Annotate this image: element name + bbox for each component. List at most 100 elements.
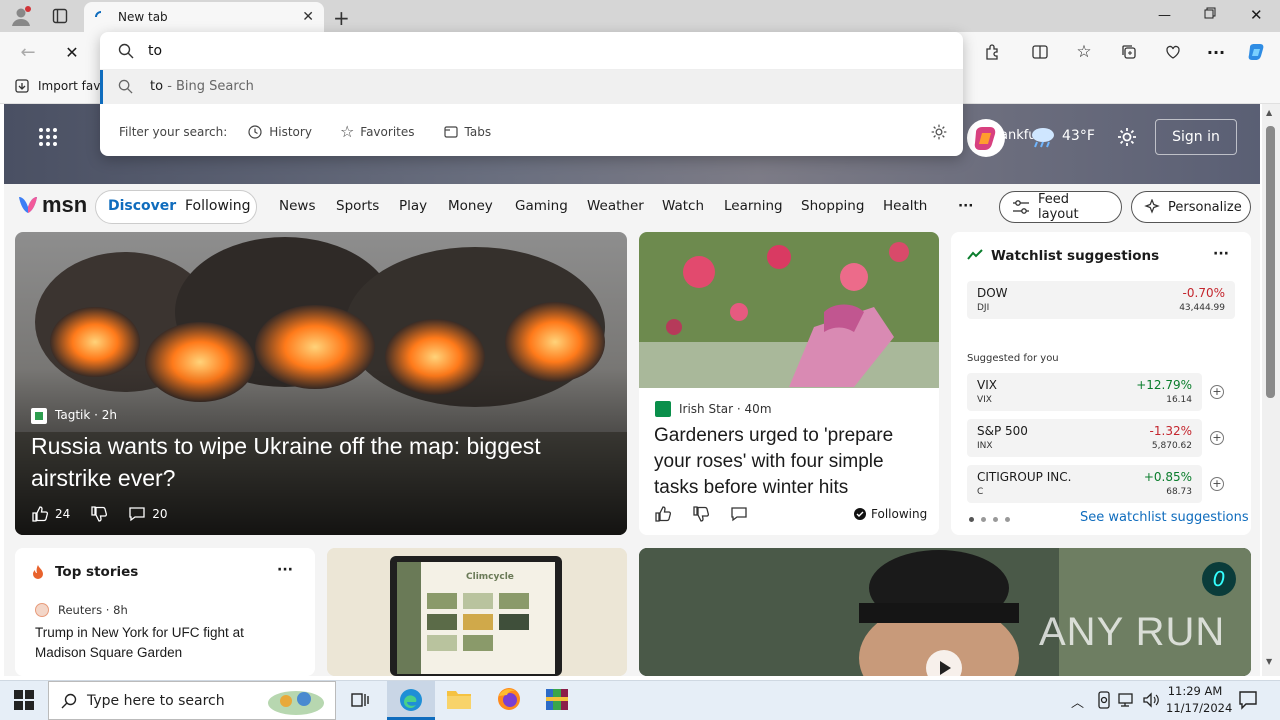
dislike-icon[interactable] [90,505,108,523]
add-citigroup-button[interactable]: + [1210,477,1224,491]
close-window-button[interactable]: ✕ [1250,6,1263,24]
favorites-icon[interactable]: ☆ [1072,40,1096,64]
add-sp500-button[interactable]: + [1210,431,1224,445]
nav-health[interactable]: Health [883,198,927,214]
minimize-button[interactable]: — [1158,8,1171,23]
page-scrollbar[interactable]: ▲ ▼ [1262,104,1280,676]
copilot-icon[interactable] [1245,40,1269,64]
network-icon[interactable] [1118,692,1136,708]
tab-actions-icon[interactable] [52,8,68,24]
extensions-icon[interactable] [980,40,1004,64]
nav-sports[interactable]: Sports [336,198,379,214]
laptop-image [327,548,627,676]
start-button[interactable] [14,690,34,710]
main-story-card[interactable]: Tagtik · 2h Russia wants to wipe Ukraine… [15,232,627,535]
feed-layout-button[interactable]: Feed layout [999,191,1122,223]
new-tab-button[interactable]: + [333,6,350,30]
video-story-card[interactable]: 0 ANY RUN [639,548,1251,676]
watchlist-row-vix[interactable]: VIX VIX +12.79% 16.14 [967,373,1202,411]
nav-learning[interactable]: Learning [724,198,783,214]
taskbar-search-box[interactable]: Type here to search [48,681,336,720]
msn-logo[interactable]: msn [16,192,87,218]
device-icon[interactable] [1096,691,1112,709]
sparkle-icon [1144,199,1160,215]
firefox-icon[interactable] [496,686,522,712]
filter-history[interactable]: History [247,124,312,140]
top-stories-card: Top stories ··· Reuters · 8h Trump in Ne… [15,548,315,676]
second-story-headline[interactable]: Gardeners urged to 'prepare your roses' … [654,423,929,501]
watchlist-row-dow[interactable]: DOW DJI -0.70% 43,444.99 [967,281,1235,319]
second-story-card[interactable]: Irish Star · 40m Gardeners urged to 'pre… [639,232,939,535]
nav-shopping[interactable]: Shopping [801,198,864,214]
nav-weather[interactable]: Weather [587,198,644,214]
apps-launcher-icon[interactable] [38,127,58,147]
stock-trend-icon [967,249,983,261]
msn-logo-text: msn [42,192,88,217]
comment-icon[interactable] [730,505,748,523]
tab-discover[interactable]: Discover [108,198,176,214]
page-settings-icon[interactable] [1116,126,1138,148]
tab-new-tab[interactable]: New tab ✕ [84,2,324,32]
import-favorites-item[interactable]: Import favo [14,78,108,94]
notifications-icon[interactable] [1238,690,1258,710]
like-icon[interactable] [31,505,49,523]
watchlist-row-sp500[interactable]: S&P 500 INX -1.32% 5,870.62 [967,419,1202,457]
like-icon[interactable] [654,505,672,523]
watchlist-row-citigroup[interactable]: CITIGROUP INC. C +0.85% 68.73 [967,465,1202,503]
filter-favorites[interactable]: ☆ Favorites [340,124,415,140]
collections-icon[interactable] [1117,40,1141,64]
search-settings-icon[interactable] [930,123,948,141]
filter-tabs[interactable]: Tabs [443,124,492,140]
volume-icon[interactable] [1142,692,1160,708]
profile-icon[interactable] [10,5,32,27]
filter-favorites-label: Favorites [360,125,415,139]
stock-value: 43,444.99 [1179,303,1225,313]
nav-more-button[interactable]: ··· [958,198,973,214]
sign-in-button[interactable]: Sign in [1155,119,1237,155]
nav-gaming[interactable]: Gaming [515,198,568,214]
nav-money[interactable]: Money [448,198,493,214]
watermark: ANY RUN [1039,610,1226,654]
tab-strip: New tab ✕ + — ✕ [0,0,1280,32]
nav-news[interactable]: News [279,198,315,214]
winrar-icon[interactable] [544,686,570,712]
suggestion-bing-search[interactable]: to - Bing Search [100,70,963,104]
weather-temperature[interactable]: 43°F [1062,128,1095,144]
back-button[interactable]: ← [16,40,40,64]
scrollbar-thumb[interactable] [1266,126,1275,398]
dislike-icon[interactable] [692,505,710,523]
top-stories-more-button[interactable]: ··· [277,562,293,578]
top-story-headline[interactable]: Trump in New York for UFC fight at Madis… [35,623,295,663]
comment-icon[interactable] [128,505,146,523]
watchlist-more-button[interactable]: ··· [1213,246,1229,262]
filter-tabs-label: Tabs [464,125,492,139]
reuters-logo [35,603,49,617]
split-screen-icon[interactable] [1028,40,1052,64]
stock-value: 5,870.62 [1151,441,1192,451]
stop-loading-button[interactable]: ✕ [60,40,84,64]
add-vix-button[interactable]: + [1210,385,1224,399]
taskbar-edge[interactable] [387,681,435,720]
following-indicator[interactable]: Following [854,507,927,521]
settings-more-icon[interactable]: ··· [1204,40,1228,64]
search-filter-row: Filter your search: History ☆ Favorites … [100,114,963,150]
address-input[interactable] [148,40,928,62]
browser-essentials-icon[interactable] [1161,40,1185,64]
nav-watch[interactable]: Watch [662,198,704,214]
main-story-headline[interactable]: Russia wants to wipe Ukraine off the map… [31,430,611,494]
play-icon[interactable] [926,650,962,676]
sliders-icon [1012,199,1030,215]
close-tab-icon[interactable]: ✕ [302,9,314,25]
nav-play[interactable]: Play [399,198,427,214]
task-view-icon[interactable] [350,690,370,710]
personalize-button[interactable]: Personalize [1131,191,1251,223]
show-hidden-icons-icon[interactable]: ︿ [1071,692,1084,711]
stock-symbol: DJI [977,303,990,313]
tab-following[interactable]: Following [185,198,251,214]
laptop-ad-card[interactable]: Climcycle [327,548,627,676]
clock[interactable]: 11:29 AM 11/17/2024 [1166,683,1232,717]
file-explorer-icon[interactable] [446,688,472,710]
see-watchlist-link[interactable]: See watchlist suggestions [1080,510,1249,525]
restore-button[interactable] [1204,7,1216,19]
carousel-dots[interactable] [969,517,1010,522]
